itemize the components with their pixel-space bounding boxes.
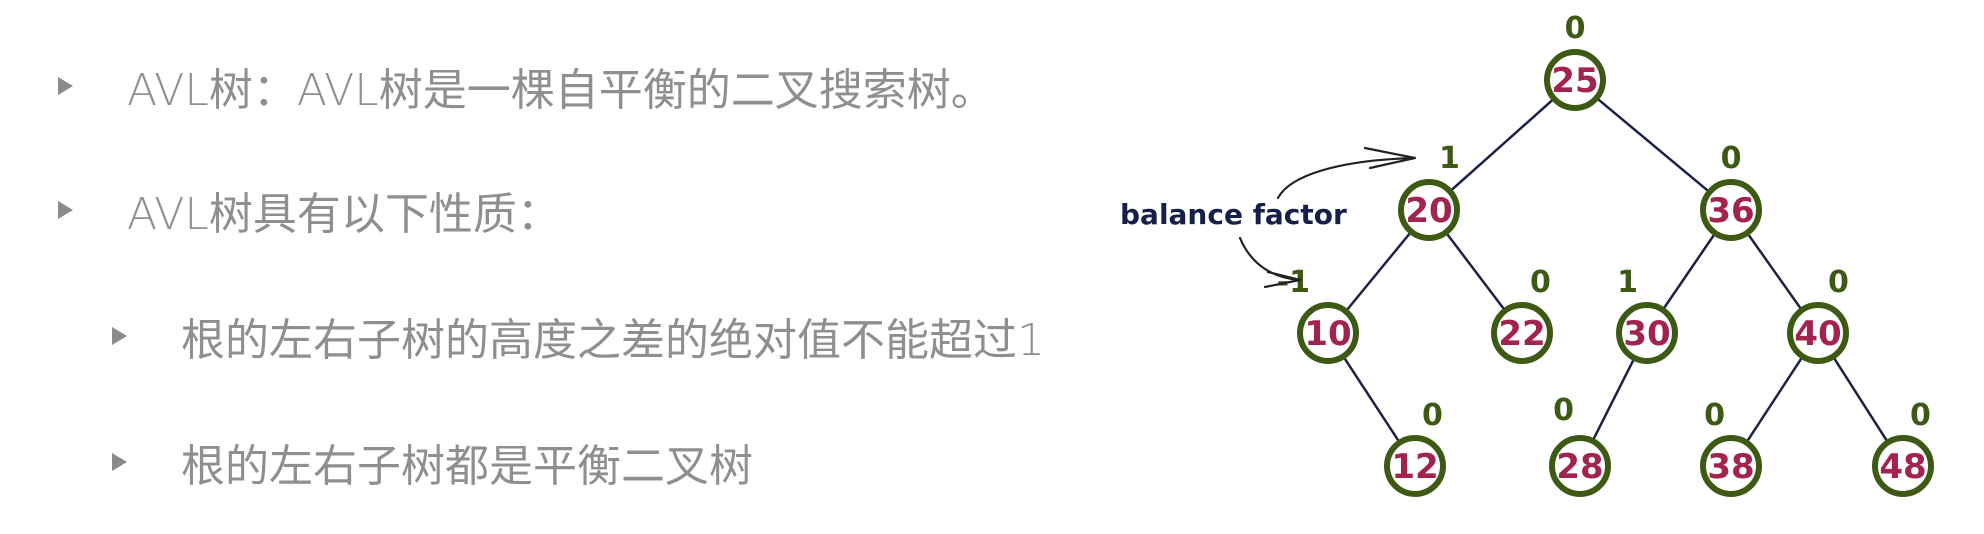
tree-node-38: 380 bbox=[1700, 398, 1762, 497]
tree-edge bbox=[1745, 355, 1804, 444]
tree-edge bbox=[1444, 231, 1507, 312]
sub-bullet-item: 根的左右子树的高度之差的绝对值不能超过1 bbox=[112, 306, 1045, 366]
node-key: 10 bbox=[1304, 314, 1351, 354]
tree-edge bbox=[1344, 230, 1413, 313]
balance-factor-value: 0 bbox=[1422, 398, 1443, 433]
node-key: 28 bbox=[1556, 447, 1603, 487]
balance-factor-label: balance factor bbox=[1120, 198, 1347, 231]
bullet-text: AVL树：AVL树是一棵自平衡的二叉搜索树。 bbox=[127, 65, 995, 116]
balance-factor-value: 1 bbox=[1617, 265, 1638, 300]
balance-factor-value: 0 bbox=[1910, 398, 1931, 433]
node-key: 25 bbox=[1551, 61, 1598, 101]
tree-node-40: 400 bbox=[1787, 265, 1849, 364]
annotation-arrow-up bbox=[1276, 156, 1417, 200]
tree-edge bbox=[1342, 355, 1401, 444]
tree-node-48: 480 bbox=[1872, 398, 1934, 497]
tree-edge bbox=[1449, 97, 1555, 193]
node-key: 30 bbox=[1623, 314, 1670, 354]
node-key: 48 bbox=[1879, 447, 1926, 487]
tree-edge bbox=[1746, 232, 1803, 311]
bullet-text: 根的左右子树都是平衡二叉树 bbox=[181, 441, 753, 492]
tree-edge bbox=[1595, 96, 1711, 194]
node-key: 20 bbox=[1405, 191, 1452, 231]
triangle-bullet-icon bbox=[112, 453, 127, 471]
tree-nodes: 25020136010-1220301400120280380480 bbox=[1277, 11, 1934, 497]
node-key: 12 bbox=[1391, 447, 1438, 487]
triangle-bullet-icon bbox=[112, 327, 127, 345]
balance-factor-value: 0 bbox=[1828, 265, 1849, 300]
tree-node-22: 220 bbox=[1491, 265, 1553, 364]
tree-edge bbox=[1832, 355, 1889, 444]
node-key: 38 bbox=[1707, 447, 1754, 487]
tree-edge bbox=[1591, 357, 1636, 442]
bullet-text: AVL树具有以下性质： bbox=[127, 189, 561, 240]
triangle-bullet-icon bbox=[58, 201, 73, 219]
node-key: 36 bbox=[1707, 191, 1754, 231]
bullet-item: AVL树具有以下性质： bbox=[58, 180, 561, 240]
balance-factor-value: 0 bbox=[1530, 265, 1551, 300]
sub-bullet-item: 根的左右子树都是平衡二叉树 bbox=[112, 432, 753, 492]
balance-factor-value: 1 bbox=[1439, 141, 1460, 176]
tree-node-20: 201 bbox=[1398, 141, 1460, 241]
node-key: 22 bbox=[1498, 314, 1545, 354]
tree-node-28: 28 0 bbox=[1549, 393, 1611, 497]
balance-factor-value: 0 bbox=[1553, 393, 1574, 428]
tree-node-36: 360 bbox=[1700, 141, 1762, 241]
balance-factor-value: -1 bbox=[1277, 265, 1310, 300]
triangle-bullet-icon bbox=[58, 77, 73, 95]
bullet-text: 根的左右子树的高度之差的绝对值不能超过1 bbox=[181, 315, 1045, 366]
balance-factor-value: 0 bbox=[1721, 141, 1742, 176]
tree-edge bbox=[1661, 232, 1717, 311]
bullet-item: AVL树：AVL树是一棵自平衡的二叉搜索树。 bbox=[58, 56, 995, 116]
tree-node-12: 120 bbox=[1384, 398, 1446, 497]
avl-tree-diagram: 25020136010-1220301400120280380480 balan… bbox=[1120, 11, 1934, 497]
balance-factor-value: 0 bbox=[1704, 398, 1725, 433]
balance-factor-value: 0 bbox=[1565, 11, 1586, 46]
tree-node-25: 250 bbox=[1544, 11, 1606, 111]
node-key: 40 bbox=[1794, 314, 1841, 354]
tree-node-30: 301 bbox=[1616, 265, 1678, 364]
tree-edges bbox=[1342, 96, 1889, 444]
